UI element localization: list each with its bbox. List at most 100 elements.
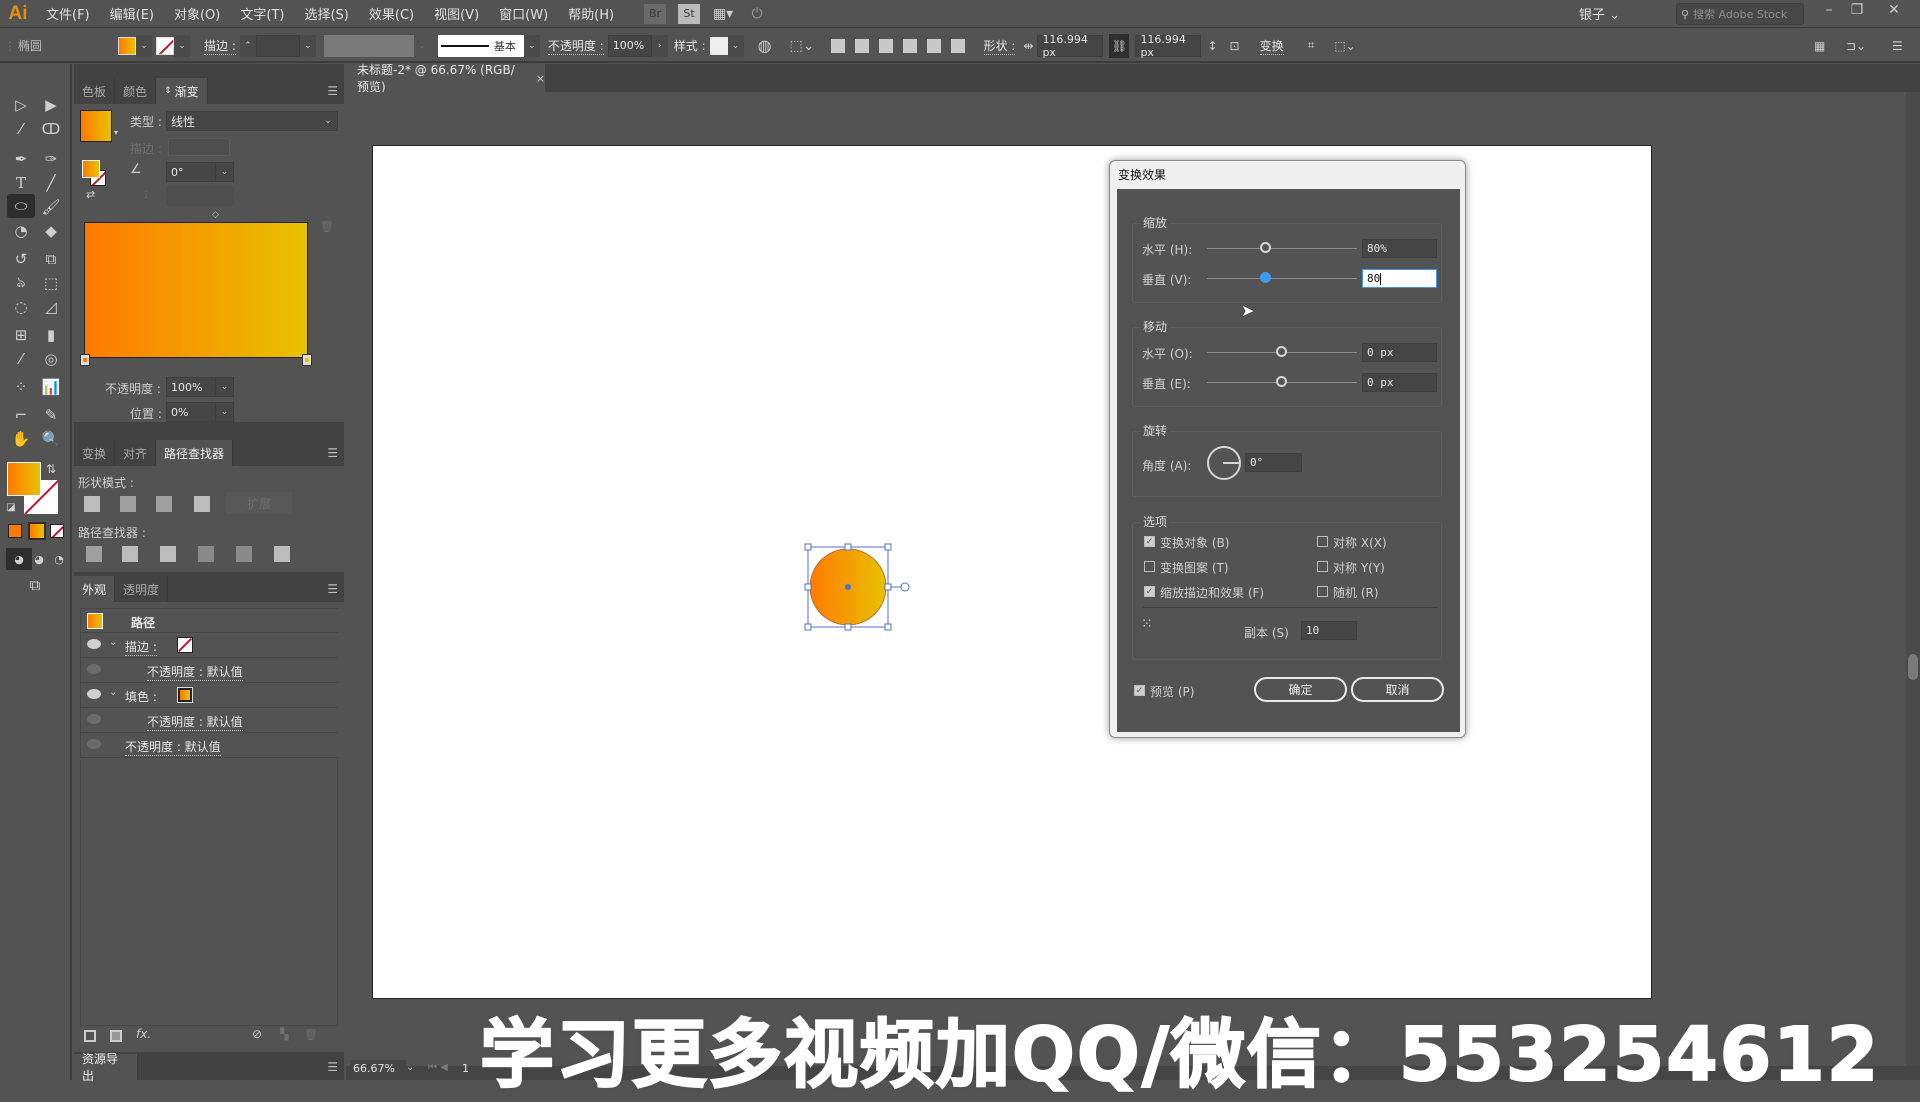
zoom-level-field[interactable]: 66.67% [350,1060,406,1078]
panel-menu-icon[interactable]: ☰ [327,582,338,596]
resize-handle-se[interactable] [884,623,892,631]
stroke-weight-field[interactable] [255,34,300,57]
stroke-opacity-row[interactable]: 不透明度 : 默认值 [80,658,338,683]
scale-strokes-checkbox[interactable]: ✓ [1144,586,1155,597]
object-opacity-label[interactable]: 不透明度 : 默认值 [125,738,221,756]
align-hcenter-icon[interactable] [854,38,869,53]
reflect-y-checkbox[interactable] [1317,561,1328,572]
move-vertical-field[interactable]: 0 px [1362,373,1437,392]
scale-vertical-field[interactable]: 80 [1362,269,1437,288]
intersect-icon[interactable] [156,496,172,512]
menu-object[interactable]: 对象(O) [164,4,230,23]
fill-swatch[interactable] [177,687,193,703]
appearance-header-row[interactable]: 路径 [80,608,338,633]
tab-color[interactable]: 颜色 [115,78,157,104]
shape-builder-tool-icon[interactable]: ◌ [8,296,34,318]
panel-menu-icon[interactable]: ☰ [327,1060,338,1074]
reverse-gradient-icon[interactable]: ⇄ [86,188,95,201]
menu-view[interactable]: 视图(V) [424,4,489,23]
gradient-stop-right[interactable] [302,354,312,366]
align-left-icon[interactable] [830,38,845,53]
document-tab[interactable]: 未标题-2* @ 66.67% (RGB/预览) × [345,63,545,94]
align-right-icon[interactable] [878,38,893,53]
fill-swatch[interactable] [118,36,136,55]
stroke-label[interactable]: 描边 : [125,638,157,656]
crop-icon[interactable] [198,546,214,562]
column-graph-tool-icon[interactable]: 📊 [38,376,64,398]
unite-icon[interactable] [84,496,100,512]
scale-horizontal-knob[interactable] [1260,242,1271,253]
selection-tool-icon[interactable]: ▷ [8,94,34,116]
width-field[interactable]: 116.994 px [1037,33,1104,59]
blend-tool-icon[interactable]: ◎ [38,348,64,370]
transform-patterns-checkbox[interactable] [1144,561,1155,572]
eyedropper-tool-icon[interactable]: ⁄ [8,348,34,370]
tab-align[interactable]: 对齐 [115,440,157,466]
select-similar-icon[interactable]: ⬚⌄ [1334,39,1355,53]
gradient-preview-swatch[interactable] [80,110,112,142]
close-tab-icon[interactable]: × [536,72,545,85]
gradient-tool-icon[interactable]: ▮ [38,324,64,346]
preview-checkbox[interactable]: ✓ [1134,685,1145,696]
gradient-type-select[interactable]: 线性 ⌄ [166,111,338,131]
shape-label[interactable]: 形状 : [983,37,1016,55]
outline-icon[interactable] [236,546,252,562]
divide-icon[interactable] [86,546,102,562]
visibility-eye-icon[interactable] [87,664,101,674]
stroke-swatch[interactable] [156,36,174,55]
menu-edit[interactable]: 编辑(E) [100,4,164,23]
move-horizontal-field[interactable]: 0 px [1362,343,1437,362]
tab-transparency[interactable]: 透明度 [115,576,169,602]
scrollbar-thumb[interactable] [1908,654,1918,680]
visibility-eye-icon[interactable] [87,739,101,749]
resize-handle-w[interactable] [804,583,812,591]
resize-handle-nw[interactable] [804,543,812,551]
isolate-group-icon[interactable]: ⌗ [1308,38,1315,53]
minus-front-icon[interactable] [120,496,136,512]
screen-mode-icon[interactable]: ⧉ [22,574,48,596]
angle-field[interactable]: 0° [1245,453,1302,472]
transform-objects-checkbox[interactable]: ✓ [1144,536,1155,547]
scale-vertical-knob[interactable] [1260,272,1271,283]
exclude-icon[interactable] [194,496,210,512]
control-menu-icon[interactable]: ☰ [1892,39,1903,53]
graphic-style-swatch[interactable] [709,36,728,55]
recolor-artwork-icon[interactable]: ◍ [758,36,772,55]
minus-back-icon[interactable] [274,546,290,562]
stock-icon[interactable]: St [678,3,701,24]
draw-inside-icon[interactable]: ◔ [46,548,72,570]
stroke-opacity-label[interactable]: 不透明度 : 默认值 [147,663,243,681]
fill-row[interactable]: ⌄ 填色 : [80,683,338,708]
eraser-tool-icon[interactable]: ◆ [38,220,64,242]
perspective-grid-tool-icon[interactable]: ◿ [38,296,64,318]
menu-help[interactable]: 帮助(H) [558,4,624,23]
brush-definition[interactable]: 基本 [437,34,524,57]
gradient-stop-left[interactable] [80,354,90,366]
resize-handle-ne[interactable] [884,543,892,551]
close-button[interactable]: ✕ [1880,2,1908,20]
stroke-swatch[interactable] [177,637,193,653]
brush-dropdown[interactable]: ⌄ [523,34,540,57]
height-field[interactable]: 116.994 px [1135,33,1202,59]
resize-handle-s[interactable] [844,623,852,631]
random-checkbox[interactable] [1317,586,1328,597]
panel-layout-icon[interactable]: ⊐⌄ [1846,39,1866,53]
style-dropdown[interactable]: ⌄ [727,34,744,57]
variable-width-profile[interactable] [323,34,414,57]
curvature-tool-icon[interactable]: ✑ [38,148,64,170]
pen-tool-icon[interactable]: ✒ [8,148,34,170]
stop-opacity-field[interactable]: 100% ⌄ [166,377,234,397]
stroke-row[interactable]: ⌄ 描边 : [80,633,338,658]
symbol-sprayer-tool-icon[interactable]: ⁘ [8,376,34,398]
tab-pathfinder[interactable]: 路径查找器 [156,440,234,466]
bounding-box-icon[interactable]: ⊡ [1230,39,1240,53]
vertical-scrollbar[interactable] [1906,92,1920,1067]
opacity-arrow[interactable]: › [651,34,668,57]
angle-field[interactable]: 0° ⌄ [166,162,234,182]
menu-effect[interactable]: 效果(C) [359,4,424,23]
fill-opacity-label[interactable]: 不透明度 : 默认值 [147,713,243,731]
move-vertical-knob[interactable] [1276,376,1287,387]
fill-opacity-row[interactable]: 不透明度 : 默认值 [80,708,338,733]
arrange-documents-icon[interactable]: ▦▾ [712,4,734,24]
reference-point-icon[interactable]: ⁙ [1141,617,1153,631]
